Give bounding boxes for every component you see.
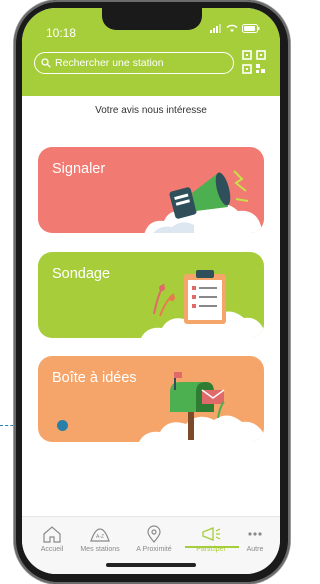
home-icon [43, 526, 61, 543]
app-screen: 10:18 Rechercher une station Votre avis … [22, 8, 280, 574]
tab-label: Autre [246, 546, 264, 553]
search-placeholder: Rechercher une station [55, 57, 164, 69]
tab-a-proximite[interactable]: A Proximité [128, 525, 180, 553]
clipboard-icon [141, 270, 264, 338]
card-signaler[interactable]: Signaler [38, 147, 264, 233]
card-sondage[interactable]: Sondage [38, 252, 264, 338]
tab-label: A Proximité [136, 546, 172, 553]
megaphone-icon [202, 527, 221, 541]
tab-label: Accueil [40, 546, 64, 553]
battery-icon [242, 24, 260, 33]
card-boite-a-idees[interactable]: Boîte à idées [38, 356, 264, 442]
notch [102, 8, 202, 30]
wifi-icon [226, 24, 238, 32]
tab-label: Mes stations [80, 546, 120, 553]
annotation-dot [57, 420, 68, 431]
status-bar: 10:18 [22, 8, 280, 40]
tab-accueil[interactable]: Accueil [26, 525, 78, 553]
phone-frame: 10:18 Rechercher une station Votre avis … [14, 0, 290, 584]
more-icon [248, 532, 262, 536]
qr-code-icon[interactable] [242, 50, 266, 74]
card-label: Signaler [52, 161, 106, 177]
cellular-icon [210, 24, 221, 33]
status-time: 10:18 [46, 26, 77, 40]
location-pin-icon [147, 525, 161, 543]
tab-mes-stations[interactable]: A-Z Mes stations [74, 525, 126, 553]
app-header: 10:18 Rechercher une station [22, 8, 280, 96]
mailbox-icon [139, 372, 264, 442]
page-subtitle: Votre avis nous intéresse [95, 105, 207, 116]
search-input[interactable]: Rechercher une station [34, 52, 234, 74]
active-tab-indicator [185, 546, 239, 548]
home-indicator [106, 563, 196, 567]
megaphone-icon [144, 170, 264, 233]
card-label: Boîte à idées [52, 370, 137, 386]
search-icon [41, 58, 51, 68]
status-icons [210, 24, 260, 33]
tab-autre[interactable]: Autre [229, 525, 280, 553]
card-label: Sondage [52, 266, 111, 282]
svg-text:A-Z: A-Z [96, 534, 104, 540]
stations-icon: A-Z [90, 528, 110, 542]
